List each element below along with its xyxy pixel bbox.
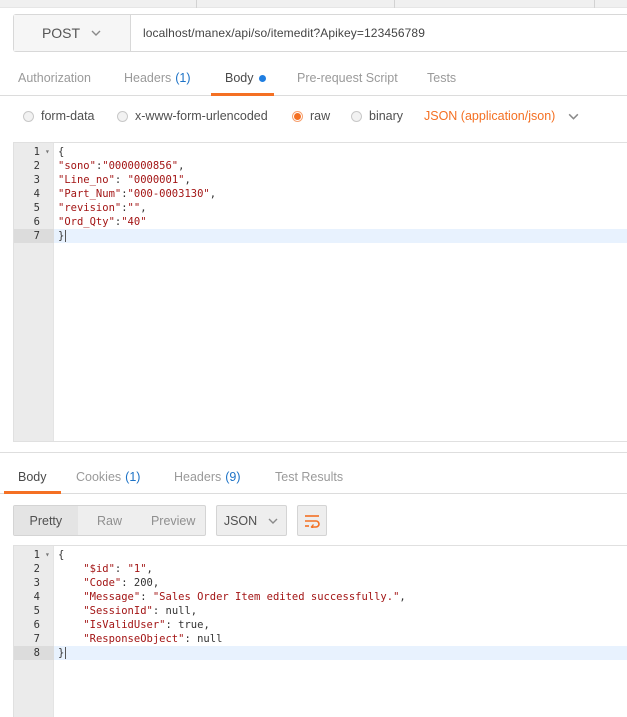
- tab-cookies[interactable]: Cookies (1): [76, 460, 140, 494]
- radio-button[interactable]: [117, 110, 128, 122]
- tab-body[interactable]: Body: [225, 60, 266, 96]
- response-tabs: Body Cookies (1) Headers (9) Test Result…: [0, 460, 627, 494]
- tab-label: Body: [18, 470, 47, 484]
- url-text: localhost/manex/api/so/itemedit?Apikey=1…: [143, 26, 425, 40]
- tab-test-results[interactable]: Test Results: [275, 460, 343, 494]
- raw-button[interactable]: Raw: [78, 506, 142, 535]
- request-tabs: Authorization Headers (1) Body Pre-reque…: [0, 60, 627, 96]
- tab-label: Headers: [174, 470, 222, 484]
- active-code-line: 7 }: [14, 229, 627, 243]
- view-mode-toggle: Pretty Raw Preview: [13, 505, 206, 536]
- content-type-label: JSON (application/json): [424, 109, 556, 123]
- fold-arrow-icon[interactable]: ▾: [45, 145, 53, 159]
- method-label: POST: [41, 25, 81, 41]
- response-toolbar: Pretty Raw Preview JSON: [0, 500, 627, 540]
- postman-window: POST localhost/manex/api/so/itemedit?Api…: [0, 0, 627, 717]
- radio-button[interactable]: [351, 110, 362, 122]
- top-strip: [0, 0, 627, 8]
- code-line: 3 "Line_no": "0000001",: [33, 174, 191, 186]
- active-code-line: 8 }: [14, 646, 627, 660]
- code-line: 5 "revision":"",: [33, 202, 147, 214]
- code-line: 6 "Ord_Qty":"40": [33, 216, 147, 228]
- method-select[interactable]: POST: [14, 15, 131, 51]
- tab-label: Body: [225, 71, 254, 85]
- tab-count: (1): [125, 470, 141, 484]
- code-line: 7 "ResponseObject": null: [33, 633, 223, 645]
- fold-arrow-icon[interactable]: ▾: [45, 548, 53, 562]
- tab-pre-request-script[interactable]: Pre-request Script: [297, 60, 398, 96]
- radio-raw[interactable]: raw: [292, 98, 330, 134]
- radio-label: form-data: [41, 109, 95, 123]
- wrap-lines-icon: [305, 514, 320, 528]
- format-label: JSON: [223, 513, 258, 528]
- code-line: 2 "$id": "1",: [33, 563, 153, 575]
- code-line: 2 "sono":"0000000856",: [33, 160, 185, 172]
- url-input[interactable]: localhost/manex/api/so/itemedit?Apikey=1…: [131, 15, 627, 51]
- code-line: 6 "IsValidUser": true,: [33, 619, 210, 631]
- radio-label: binary: [369, 109, 404, 123]
- radio-urlencoded[interactable]: x-www-form-urlencoded: [117, 98, 268, 134]
- tab-label: Pre-request Script: [297, 71, 398, 85]
- format-select[interactable]: JSON: [216, 505, 287, 536]
- tab-authorization[interactable]: Authorization: [18, 60, 91, 96]
- radio-form-data[interactable]: form-data: [23, 98, 95, 134]
- chevron-down-icon: [568, 113, 579, 120]
- request-body-editor[interactable]: 1 ▾ { 2 "sono":"0000000856", 3 "Line_no":…: [13, 142, 627, 442]
- pane-divider[interactable]: [0, 452, 627, 453]
- radio-label: raw: [310, 109, 331, 123]
- active-tab-indicator: [211, 93, 274, 96]
- code-line: 4 "Message": "Sales Order Item edited su…: [33, 591, 406, 603]
- tab-label: Tests: [427, 71, 457, 85]
- active-tab-indicator: [4, 491, 61, 494]
- chevron-down-icon: [91, 30, 101, 36]
- preview-button[interactable]: Preview: [141, 506, 205, 535]
- tab-tests[interactable]: Tests: [427, 60, 456, 96]
- code-line: 3 "Code": 200,: [33, 577, 160, 589]
- text-cursor: [65, 230, 67, 242]
- tab-response-headers[interactable]: Headers (9): [174, 460, 241, 494]
- wrap-lines-button[interactable]: [297, 505, 327, 536]
- response-body-viewer[interactable]: 1 ▾ { 2 "$id": "1", 3 "Code": 200, 4 "Mes…: [13, 545, 627, 717]
- content-type-select[interactable]: JSON (application/json): [424, 98, 580, 134]
- radio-binary[interactable]: binary: [351, 98, 403, 134]
- code-line: 1 ▾ {: [33, 548, 65, 562]
- chevron-down-icon: [268, 518, 278, 524]
- tab-label: Test Results: [275, 470, 344, 484]
- tab-count: (1): [175, 71, 191, 85]
- code-line: 4 "Part_Num":"000-0003130",: [33, 188, 217, 200]
- tab-response-body[interactable]: Body: [18, 460, 47, 494]
- radio-button[interactable]: [23, 110, 34, 122]
- code-line: 5 "SessionId": null,: [33, 605, 198, 617]
- tab-count: (9): [225, 470, 241, 484]
- code-line: 1 ▾ {: [33, 145, 65, 159]
- tab-label: Cookies: [76, 470, 122, 484]
- pretty-button[interactable]: Pretty: [14, 506, 78, 535]
- radio-button-selected[interactable]: [292, 110, 303, 122]
- request-url-bar: POST localhost/manex/api/so/itemedit?Api…: [13, 14, 627, 52]
- tab-label: Authorization: [18, 71, 91, 85]
- text-cursor: [65, 647, 67, 659]
- tab-headers[interactable]: Headers (1): [124, 60, 191, 96]
- body-type-options: form-data x-www-form-urlencoded raw bina…: [0, 98, 627, 136]
- radio-label: x-www-form-urlencoded: [135, 109, 268, 123]
- tab-label: Headers: [124, 71, 172, 85]
- dot-icon: [258, 74, 266, 82]
